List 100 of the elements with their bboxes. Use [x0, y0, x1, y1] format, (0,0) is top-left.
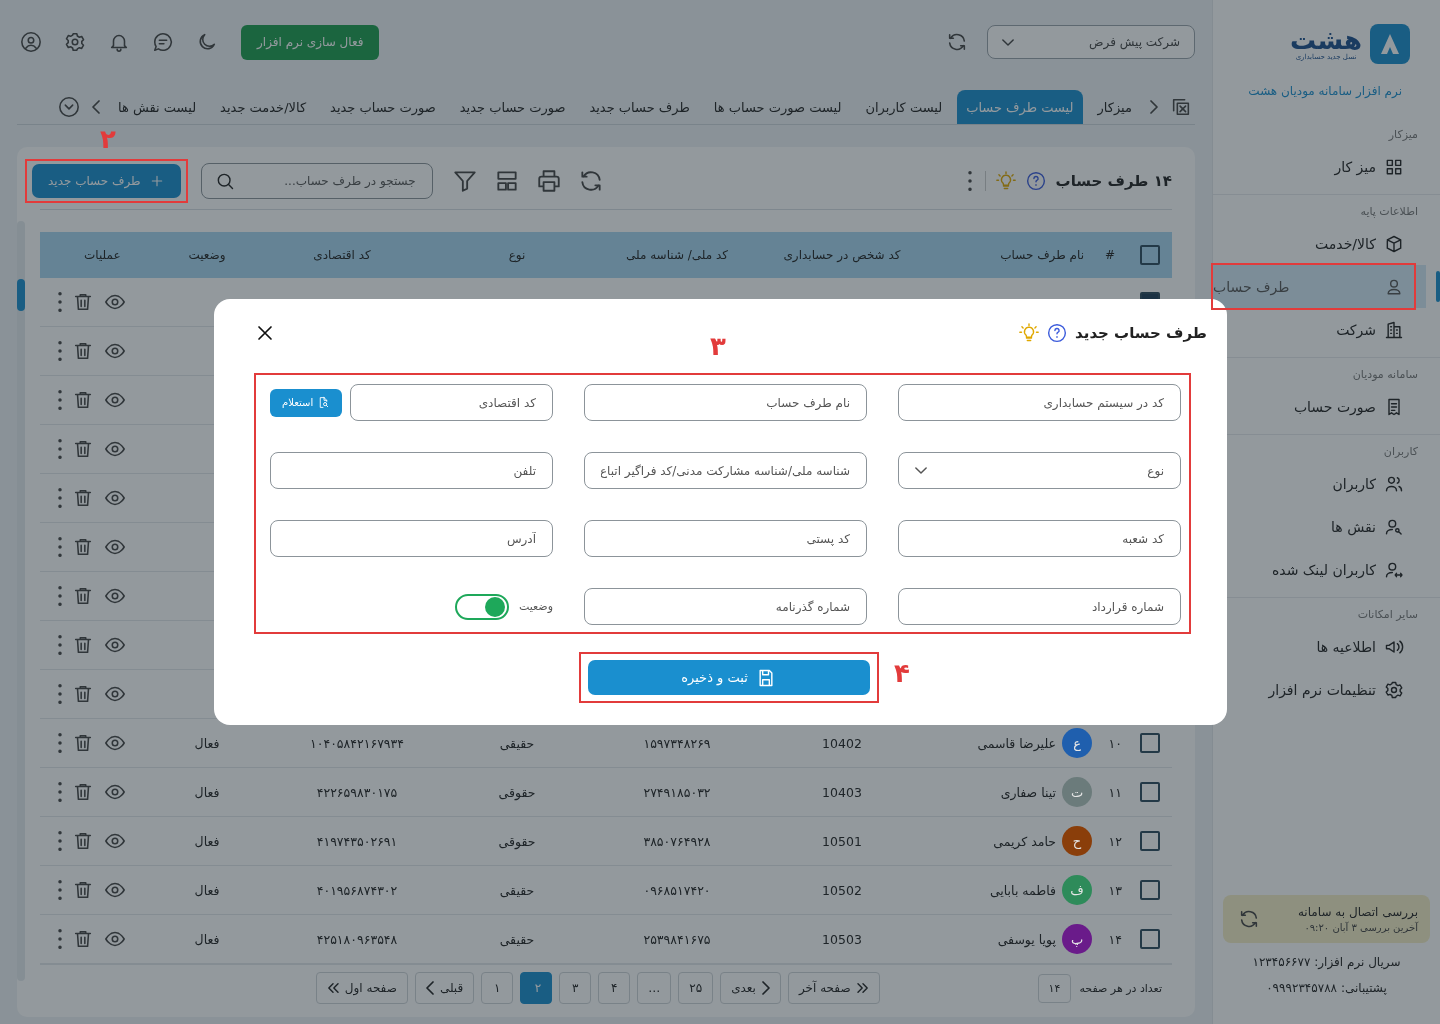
- first-page-button[interactable]: صفحه اول: [315, 972, 408, 1004]
- table-cell: تینا صفاری: [1000, 784, 1056, 800]
- box-icon: [1384, 233, 1404, 254]
- sidebar-item[interactable]: تنظیمات نرم افزار: [1213, 668, 1426, 711]
- table-cell: 10503: [822, 931, 862, 947]
- tab[interactable]: صورت حساب جدید: [450, 90, 575, 124]
- sidebar-item[interactable]: کالا/خدمت: [1213, 222, 1426, 265]
- page-button[interactable]: ۳: [559, 972, 592, 1004]
- select-all-checkbox[interactable]: [1140, 245, 1160, 265]
- chevron-down-icon: [1002, 38, 1014, 46]
- circle-chevron-icon: [58, 96, 80, 118]
- more-button[interactable]: [56, 779, 64, 805]
- column-header: نوع: [507, 248, 527, 262]
- scrollbar[interactable]: [17, 221, 25, 981]
- status-text: فعال: [194, 784, 220, 800]
- tab[interactable]: کالا/خدمت جدید: [211, 90, 316, 124]
- more-button[interactable]: [56, 926, 64, 952]
- table-cell: ۰۹۶۸۵۱۷۴۲۰: [643, 882, 711, 898]
- serial-number: سریال نرم افزار: ۱۲۳۴۵۶۶۷۷: [1251, 955, 1402, 969]
- trash-icon: [72, 438, 94, 460]
- kebab-icon: [967, 171, 972, 191]
- input-field[interactable]: آدرس: [270, 520, 553, 557]
- tab[interactable]: صورت حساب جدید: [321, 90, 445, 124]
- more-button[interactable]: [56, 338, 64, 364]
- status-toggle[interactable]: [454, 593, 509, 620]
- chevron-down-icon: [915, 467, 927, 474]
- trash-icon: [72, 291, 94, 313]
- row-checkbox[interactable]: [1140, 831, 1160, 851]
- kebab-icon: [58, 929, 62, 949]
- bulb-icon: [1019, 323, 1040, 343]
- more-button[interactable]: [56, 534, 64, 560]
- more-button[interactable]: [56, 436, 64, 462]
- sidebar-item[interactable]: اطلاعیه ها: [1213, 625, 1426, 668]
- section-title: میزکار: [1387, 128, 1419, 143]
- sidebar-item[interactable]: صورت حساب: [1213, 385, 1426, 428]
- input-field[interactable]: شناسه ملی/شناسه مشارکت مدنی/کد فراگیر اتباع: [584, 452, 867, 489]
- more-button[interactable]: [56, 583, 64, 609]
- tab[interactable]: میزکار: [1088, 90, 1141, 124]
- last-page-button[interactable]: صفحه آخر: [787, 972, 880, 1004]
- select-field[interactable]: نوع: [898, 452, 1181, 489]
- printer-icon: [535, 168, 562, 194]
- table-cell: حامد کریمی: [993, 833, 1056, 849]
- tab[interactable]: لیست نقش ها: [109, 90, 206, 124]
- row-checkbox[interactable]: [1140, 733, 1160, 753]
- per-page-field[interactable]: ۱۴: [1037, 973, 1072, 1003]
- trash-icon: [72, 487, 94, 509]
- more-button[interactable]: [56, 681, 64, 707]
- row-checkbox[interactable]: [1140, 929, 1160, 949]
- input-field[interactable]: کد پستی: [584, 520, 867, 557]
- page-button[interactable]: ۲۵: [678, 972, 714, 1004]
- more-button[interactable]: [56, 289, 64, 315]
- input-field[interactable]: کد شعبه: [898, 520, 1181, 557]
- table-cell: ۴۱۹۷۴۳۵۰۲۶۹۱: [316, 833, 398, 849]
- column-header: کد ملی/ شناسه ملی: [624, 248, 730, 262]
- more-button[interactable]: [56, 730, 64, 756]
- row-checkbox[interactable]: [1140, 782, 1160, 802]
- kebab-icon: [58, 831, 62, 851]
- kebab-icon: [58, 390, 62, 410]
- inquiry-button[interactable]: استعلام: [270, 388, 343, 417]
- page-button[interactable]: ۱: [481, 972, 514, 1004]
- avatar: پ: [1062, 924, 1092, 954]
- tab[interactable]: لیست کاربران: [856, 90, 952, 124]
- more-button[interactable]: [56, 387, 64, 413]
- input-field[interactable]: کد اقتصادی: [350, 384, 553, 421]
- more-button[interactable]: [56, 485, 64, 511]
- next-page-button[interactable]: بعدی: [720, 972, 781, 1004]
- page-title: ۱۴ طرف حساب: [1055, 172, 1172, 190]
- input-field[interactable]: نام طرف حساب: [584, 384, 867, 421]
- page-button[interactable]: …: [637, 972, 672, 1004]
- more-button[interactable]: [56, 632, 64, 658]
- save-button[interactable]: ثبت و ذخیره: [587, 660, 870, 695]
- table-cell: ۱۴: [1108, 931, 1122, 947]
- table-cell: ۱۱: [1108, 784, 1122, 800]
- company-select[interactable]: شرکت پیش فرض: [987, 25, 1195, 59]
- sidebar-item[interactable]: نقش ها: [1213, 505, 1426, 548]
- page-button[interactable]: ۴: [598, 972, 631, 1004]
- row-checkbox[interactable]: [1140, 880, 1160, 900]
- kebab-icon: [58, 537, 62, 557]
- input-field[interactable]: شماره قرارداد: [898, 588, 1181, 625]
- more-button[interactable]: [56, 877, 64, 903]
- input-field[interactable]: کد در سیستم حسابداری: [898, 384, 1181, 421]
- input-field[interactable]: شماره گذرنامه: [584, 588, 867, 625]
- tab[interactable]: لیست صورت حساب ها: [704, 90, 851, 124]
- section-title: سایر امکانات: [1356, 608, 1419, 623]
- kebab-icon: [58, 439, 62, 459]
- logo-name: هشت: [1290, 27, 1362, 53]
- tab[interactable]: طرف حساب جدید: [580, 90, 699, 124]
- status-text: فعال: [194, 882, 220, 898]
- sidebar-item[interactable]: کاربران لینک شده: [1213, 548, 1426, 591]
- chevron-icon: [761, 981, 770, 995]
- prev-page-button[interactable]: قبلی: [414, 972, 475, 1004]
- sidebar-item[interactable]: کاربران: [1213, 462, 1426, 505]
- kebab-icon: [58, 782, 62, 802]
- sidebar-item[interactable]: میز کار: [1213, 145, 1426, 188]
- chevron-left-icon: [92, 100, 100, 114]
- more-button[interactable]: [56, 828, 64, 854]
- table-cell: 10403: [822, 784, 862, 800]
- product-name: نرم افزار سامانه مودیان هشت: [1247, 84, 1403, 98]
- search-field[interactable]: جستجو در طرف حساب...: [200, 163, 433, 199]
- input-field[interactable]: تلفن: [270, 452, 553, 489]
